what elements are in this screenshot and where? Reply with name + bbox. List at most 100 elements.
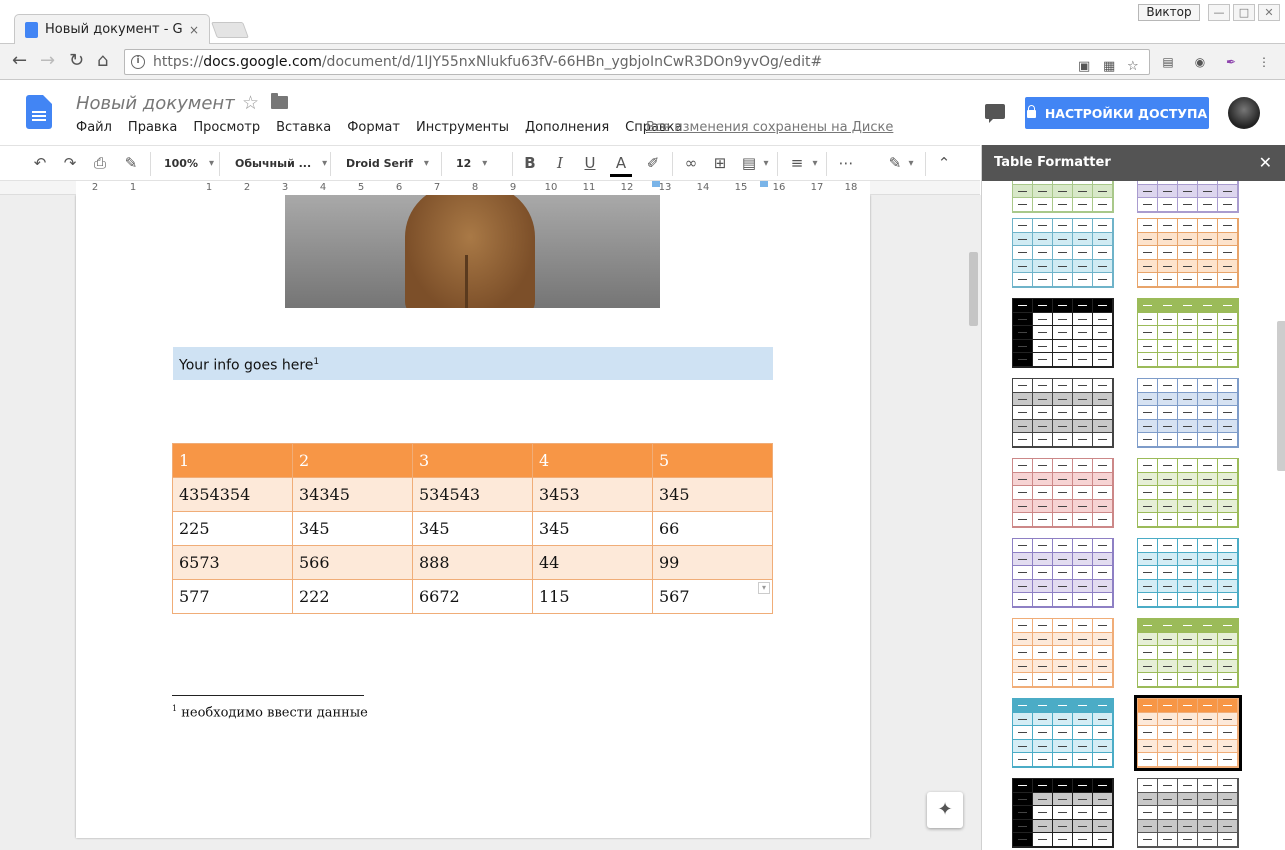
table-style-option[interactable] — [1137, 181, 1239, 213]
extension-keep-icon[interactable]: ◉ — [1192, 54, 1208, 70]
table-cell[interactable]: 4354354 — [172, 477, 293, 512]
paint-format-icon[interactable]: ✎ — [121, 146, 141, 181]
url-field[interactable]: i https://docs.google.com/document/d/1lJ… — [124, 49, 1150, 75]
table-style-option[interactable] — [1137, 298, 1239, 368]
add-comment-icon[interactable]: ⊞ — [710, 146, 730, 181]
menu-edit[interactable]: Правка — [128, 120, 177, 135]
print-icon[interactable]: ⎙ — [90, 146, 110, 181]
table-style-option[interactable] — [1137, 618, 1239, 688]
folder-icon[interactable] — [271, 93, 288, 109]
document-table[interactable]: 1 2 3 4 5 4354354 34345 534543 3453 345 … — [172, 443, 773, 614]
menu-addons[interactable]: Дополнения — [525, 120, 609, 135]
save-status[interactable]: Все изменения сохранены на Диске — [646, 120, 893, 135]
table-style-option[interactable] — [1137, 218, 1239, 288]
bookmark-star-icon[interactable]: ☆ — [1127, 55, 1139, 74]
back-icon[interactable]: ← — [12, 52, 27, 70]
reload-icon[interactable]: ↻ — [69, 52, 84, 70]
forward-icon[interactable]: → — [40, 52, 55, 70]
undo-icon[interactable]: ↶ — [30, 146, 50, 181]
image-icon[interactable]: ▤ — [738, 146, 760, 181]
document-page[interactable]: Your info goes here1 1 2 3 4 5 4354354 3… — [76, 195, 870, 838]
sidebar-scrollbar[interactable] — [1277, 321, 1285, 471]
left-indent-marker[interactable] — [652, 181, 660, 187]
italic-icon[interactable]: I — [550, 146, 570, 181]
cell-dropdown-icon[interactable]: ▾ — [758, 582, 770, 594]
image-dropdown-icon[interactable]: ▾ — [761, 146, 771, 181]
table-cell[interactable]: 577 — [172, 579, 293, 614]
table-cell[interactable]: 566 — [292, 545, 413, 580]
align-dropdown-icon[interactable]: ▾ — [810, 146, 820, 181]
table-cell[interactable]: 99 — [652, 545, 773, 580]
info-paragraph[interactable]: Your info goes here1 — [173, 347, 773, 380]
more-icon[interactable]: ⋯ — [836, 146, 856, 181]
table-cell[interactable]: 4 — [532, 443, 653, 478]
menu-view[interactable]: Просмотр — [193, 120, 260, 135]
document-scrollbar[interactable] — [969, 252, 978, 326]
browser-menu-icon[interactable]: ⋮ — [1256, 54, 1272, 70]
new-tab-button[interactable] — [211, 22, 249, 38]
table-cell[interactable]: 1 — [172, 443, 293, 478]
highlight-icon[interactable]: ✐ — [643, 146, 663, 181]
table-style-option[interactable] — [1012, 298, 1114, 368]
profile-name[interactable]: Виктор — [1138, 4, 1200, 21]
table-cell[interactable]: 6672 — [412, 579, 533, 614]
table-cell[interactable]: 66 — [652, 511, 773, 546]
table-style-option[interactable] — [1137, 538, 1239, 608]
bold-icon[interactable]: B — [520, 146, 540, 181]
docs-logo-icon[interactable] — [26, 95, 52, 129]
sidebar-close-icon[interactable]: ✕ — [1259, 145, 1272, 181]
table-cell[interactable]: 567 — [652, 579, 773, 614]
table-cell[interactable]: 345 — [532, 511, 653, 546]
table-cell[interactable]: 34345 — [292, 477, 413, 512]
table-cell[interactable]: 888 — [412, 545, 533, 580]
menu-insert[interactable]: Вставка — [276, 120, 331, 135]
font-select[interactable]: Droid Serif — [346, 146, 429, 181]
table-style-option[interactable] — [1134, 695, 1242, 771]
table-style-option[interactable] — [1012, 778, 1114, 848]
menu-tools[interactable]: Инструменты — [416, 120, 509, 135]
table-cell[interactable]: 345 — [412, 511, 533, 546]
table-style-option[interactable] — [1012, 618, 1114, 688]
table-cell[interactable]: 5 — [652, 443, 773, 478]
underline-icon[interactable]: U — [580, 146, 600, 181]
account-avatar[interactable] — [1228, 97, 1260, 129]
document-title[interactable]: Новый документ — [76, 93, 235, 114]
font-size-select[interactable]: 12 — [456, 146, 488, 181]
table-cell[interactable]: 6573 — [172, 545, 293, 580]
table-style-option[interactable] — [1012, 538, 1114, 608]
table-style-option[interactable] — [1012, 378, 1114, 448]
table-cell[interactable]: 225 — [172, 511, 293, 546]
text-color-icon[interactable]: A — [610, 149, 632, 177]
extension-pen-icon[interactable]: ✒ — [1223, 54, 1239, 70]
style-select[interactable]: Обычный ... — [235, 146, 327, 181]
table-style-option[interactable] — [1012, 181, 1114, 213]
table-style-option[interactable] — [1012, 458, 1114, 528]
editing-mode-icon[interactable]: ✎ — [884, 146, 906, 181]
table-cell[interactable]: 534543 — [412, 477, 533, 512]
footnote[interactable]: 1 необходимо ввести данные — [172, 704, 368, 720]
redo-icon[interactable]: ↷ — [60, 146, 80, 181]
ruler[interactable]: 2 1 1 2 3 4 5 6 7 8 9 10 11 12 13 14 15 … — [0, 181, 980, 195]
table-cell[interactable]: 222 — [292, 579, 413, 614]
explore-icon[interactable]: ✦ — [927, 792, 963, 828]
table-cell[interactable]: 3 — [412, 443, 533, 478]
table-cell[interactable]: 115 — [532, 579, 653, 614]
home-icon[interactable]: ⌂ — [97, 52, 108, 70]
menu-format[interactable]: Формат — [347, 120, 400, 135]
extension-jpg-icon[interactable]: ▤ — [1160, 54, 1176, 70]
align-icon[interactable]: ≡ — [787, 146, 807, 181]
browser-tab[interactable]: Новый документ - G × — [14, 14, 210, 44]
table-cell[interactable]: 3453 — [532, 477, 653, 512]
close-window-button[interactable]: ✕ — [1258, 4, 1280, 21]
site-info-icon[interactable]: i — [131, 55, 145, 69]
document-image[interactable] — [285, 195, 660, 308]
table-cell[interactable]: 345 — [292, 511, 413, 546]
translate-icon[interactable]: ▣ — [1078, 55, 1090, 74]
maximize-button[interactable]: □ — [1233, 4, 1255, 21]
zoom-select[interactable]: 100% — [164, 146, 214, 181]
star-icon[interactable]: ☆ — [242, 92, 259, 114]
table-style-option[interactable] — [1012, 218, 1114, 288]
menu-file[interactable]: Файл — [76, 120, 112, 135]
comments-icon[interactable] — [985, 104, 1005, 123]
table-style-option[interactable] — [1137, 458, 1239, 528]
